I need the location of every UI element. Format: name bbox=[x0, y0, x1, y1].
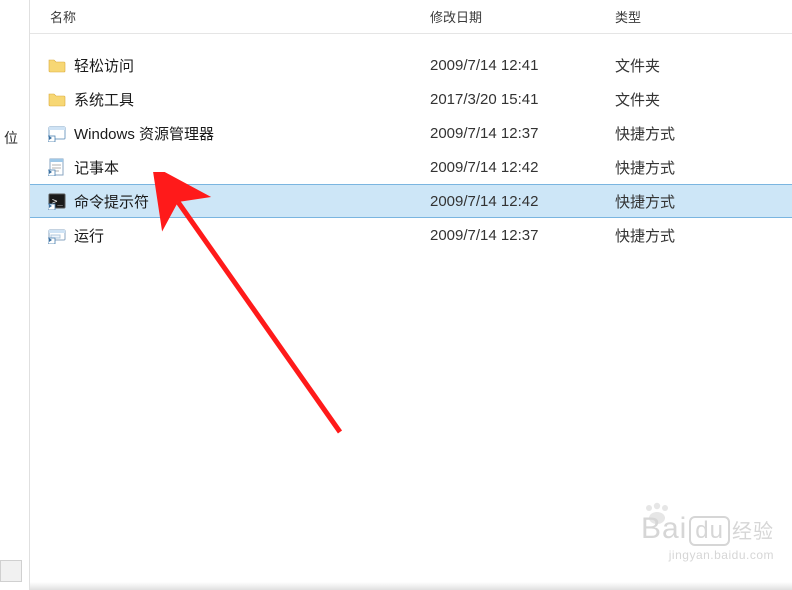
column-header-type[interactable]: 类型 bbox=[615, 7, 755, 26]
file-name: Windows 资源管理器 bbox=[74, 123, 214, 144]
watermark-brand-box: du bbox=[689, 516, 730, 546]
file-date: 2009/7/14 12:42 bbox=[430, 159, 615, 176]
file-name: 系统工具 bbox=[74, 89, 134, 110]
file-list: 轻松访问2009/7/14 12:41文件夹系统工具2017/3/20 15:4… bbox=[30, 34, 792, 252]
file-row[interactable]: Windows 资源管理器 2009/7/14 12:37快捷方式 bbox=[30, 116, 792, 150]
file-date: 2009/7/14 12:37 bbox=[430, 125, 615, 142]
file-name: 记事本 bbox=[74, 157, 119, 178]
watermark: Baidu经验 jingyan.baidu.com bbox=[641, 512, 774, 562]
file-date: 2009/7/14 12:41 bbox=[430, 57, 615, 74]
file-row[interactable]: 记事本 2009/7/14 12:42快捷方式 bbox=[30, 150, 792, 184]
file-type: 文件夹 bbox=[615, 89, 755, 110]
left-nav-fragment: 位 bbox=[4, 128, 18, 148]
watermark-brand-left: Bai bbox=[641, 512, 687, 545]
file-name: 命令提示符 bbox=[74, 191, 149, 212]
file-row[interactable]: 系统工具 2017/3/20 15:41文件夹 bbox=[30, 82, 792, 116]
file-date: 2009/7/14 12:42 bbox=[430, 193, 615, 210]
file-date: 2009/7/14 12:37 bbox=[430, 227, 615, 244]
file-type: 快捷方式 bbox=[615, 225, 755, 246]
folder-icon bbox=[48, 90, 66, 108]
watermark-paw-icon bbox=[642, 502, 672, 528]
file-type: 快捷方式 bbox=[615, 157, 755, 178]
file-name: 运行 bbox=[74, 225, 104, 246]
column-header-date[interactable]: 修改日期 bbox=[430, 7, 615, 26]
shortcut-explorer-icon bbox=[48, 124, 66, 142]
column-header-name[interactable]: 名称 bbox=[30, 7, 430, 26]
file-date: 2017/3/20 15:41 bbox=[430, 91, 615, 108]
file-list-panel: 名称 修改日期 类型 轻松访问2009/7/14 12:41文件夹系统工具201… bbox=[30, 0, 792, 590]
file-name: 轻松访问 bbox=[74, 55, 134, 76]
watermark-url: jingyan.baidu.com bbox=[641, 548, 774, 562]
file-type: 快捷方式 bbox=[615, 191, 755, 212]
file-row[interactable]: 运行 2009/7/14 12:37快捷方式 bbox=[30, 218, 792, 252]
watermark-brand-right: 经验 bbox=[732, 521, 774, 543]
file-type: 快捷方式 bbox=[615, 123, 755, 144]
folder-icon bbox=[48, 56, 66, 74]
shortcut-run-icon bbox=[48, 226, 66, 244]
left-nav-strip: 位 bbox=[0, 0, 30, 590]
shortcut-notepad-icon bbox=[48, 158, 66, 176]
scrollbar-corner bbox=[0, 560, 22, 582]
bottom-shadow bbox=[30, 582, 792, 590]
file-type: 文件夹 bbox=[615, 55, 755, 76]
shortcut-cmd-icon: >_ bbox=[48, 192, 66, 210]
column-headers[interactable]: 名称 修改日期 类型 bbox=[30, 0, 792, 34]
file-row[interactable]: 轻松访问 2009/7/14 12:41文件夹 bbox=[30, 48, 792, 82]
file-row[interactable]: >_ 命令提示符 2009/7/14 12:42快捷方式 bbox=[30, 184, 792, 218]
